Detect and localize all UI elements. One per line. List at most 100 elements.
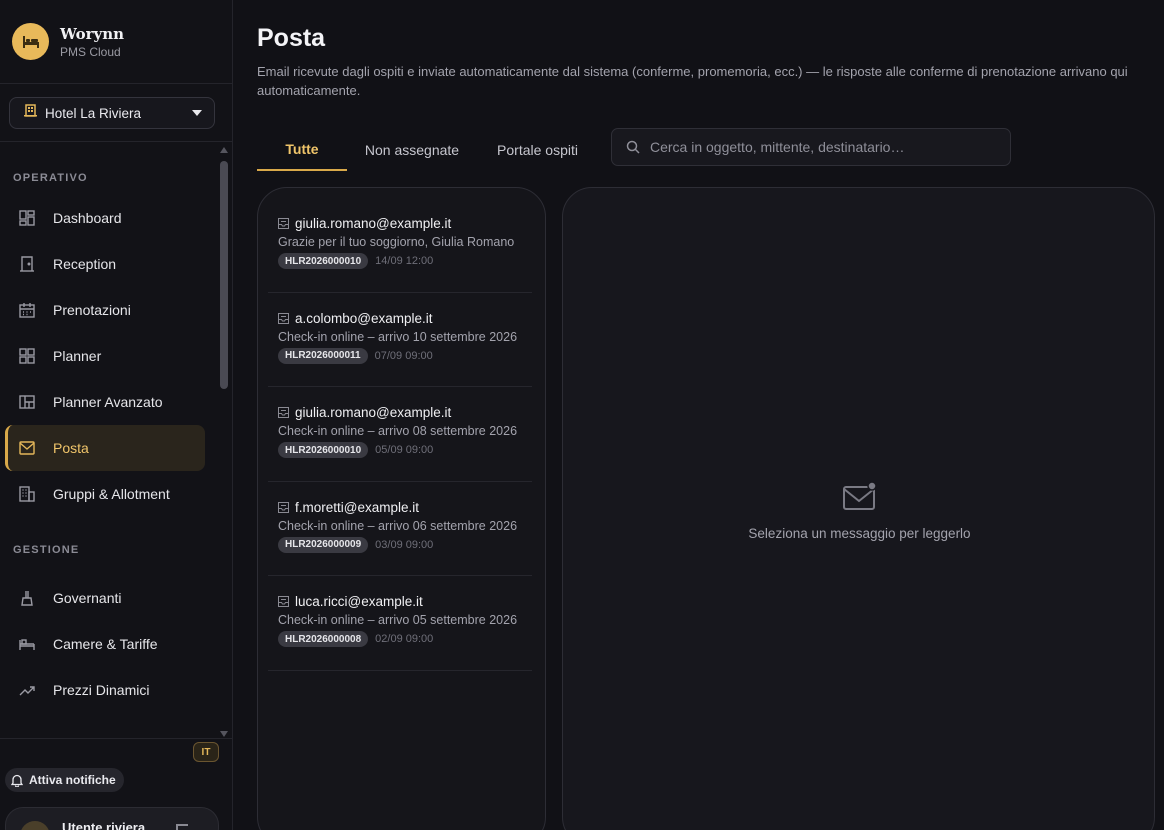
- user-name: Utente riviera: [62, 820, 146, 830]
- message-subject: Check-in online – arrivo 05 settembre 20…: [278, 613, 518, 627]
- inbox-icon: [278, 501, 289, 513]
- sidebar-item-governanti[interactable]: Governanti: [5, 575, 205, 621]
- user-card[interactable]: Utente riviera: [5, 807, 219, 830]
- layout-icon: [17, 392, 37, 412]
- hotel-icon: [24, 104, 37, 122]
- list-item[interactable]: giulia.romano@example.it Check-in online…: [268, 387, 532, 482]
- door-icon: [17, 254, 37, 274]
- mail-unread-icon: [842, 481, 878, 516]
- message-list: giulia.romano@example.it Grazie per il t…: [257, 187, 546, 830]
- message-time: 03/09 09:00: [375, 538, 434, 551]
- message-sender: giulia.romano@example.it: [295, 405, 452, 420]
- booking-code-badge: HLR2026000010: [278, 253, 369, 269]
- sidebar-item-dashboard[interactable]: Dashboard: [5, 195, 205, 241]
- empty-state: Seleziona un messaggio per leggerlo: [563, 481, 1156, 541]
- sidebar-item-planner-avanzato[interactable]: Planner Avanzato: [5, 379, 205, 425]
- dashboard-icon: [17, 208, 37, 228]
- sidebar-item-camere[interactable]: Camere & Tariffe: [5, 621, 205, 667]
- scroll-up-arrow-icon[interactable]: [220, 147, 228, 153]
- broom-icon: [17, 588, 37, 608]
- enable-notifications-label: Attiva notifiche: [29, 773, 116, 787]
- message-time: 05/09 09:00: [375, 444, 434, 456]
- message-detail-panel: Seleziona un messaggio per leggerlo: [562, 187, 1155, 830]
- sidebar-item-posta[interactable]: Posta: [5, 425, 205, 471]
- nav-section-operativo: OPERATIVO: [13, 172, 88, 184]
- booking-code-badge: HLR2026000009: [278, 536, 369, 553]
- sidebar-item-label: Planner: [53, 348, 102, 364]
- sidebar-item-planner[interactable]: Planner: [5, 333, 205, 379]
- trend-icon: [17, 680, 37, 700]
- bed-logo-icon: [12, 23, 49, 60]
- message-time: 14/09 12:00: [375, 255, 434, 267]
- sidebar-item-label: Prenotazioni: [53, 302, 131, 318]
- mail-icon: [17, 438, 37, 458]
- booking-code-badge: HLR2026000008: [278, 631, 369, 647]
- avatar: [20, 821, 50, 830]
- chevron-down-icon: [192, 110, 202, 116]
- tab-tutte[interactable]: Tutte: [257, 128, 347, 171]
- search-icon: [626, 140, 640, 154]
- mail-tabs: Tutte Non assegnate Portale ospiti: [257, 128, 598, 171]
- bell-icon: [11, 774, 23, 787]
- bed-icon: [17, 634, 37, 654]
- inbox-icon: [278, 312, 289, 324]
- message-subject: Check-in online – arrivo 08 settembre 20…: [278, 424, 518, 438]
- page-title: Posta: [257, 24, 326, 52]
- sidebar-item-reception[interactable]: Reception: [5, 241, 205, 287]
- sidebar-item-prenotazioni[interactable]: Prenotazioni: [5, 287, 205, 333]
- tab-non-assegnate[interactable]: Non assegnate: [347, 128, 477, 171]
- list-item[interactable]: a.colombo@example.it Check-in online – a…: [268, 293, 532, 387]
- sidebar-item-gruppi[interactable]: Gruppi & Allotment: [5, 471, 205, 517]
- page-description: Email ricevute dagli ospiti e inviate au…: [257, 64, 1128, 98]
- tab-portale-ospiti[interactable]: Portale ospiti: [477, 128, 598, 171]
- brand-subtitle: PMS Cloud: [60, 44, 121, 59]
- list-item[interactable]: luca.ricci@example.it Check-in online – …: [268, 576, 532, 671]
- booking-code-badge: HLR2026000011: [278, 347, 368, 364]
- brand-name: Worynn: [60, 24, 125, 43]
- message-sender: giulia.romano@example.it: [295, 216, 452, 231]
- calendar-icon: [17, 300, 37, 320]
- inbox-icon: [278, 596, 289, 607]
- sidebar-nav: OPERATIVO Dashboard Reception Prenotazio…: [0, 150, 218, 735]
- sidebar-item-label: Planner Avanzato: [53, 394, 163, 410]
- scroll-down-arrow-icon[interactable]: [220, 731, 228, 737]
- message-time: 02/09 09:00: [375, 633, 434, 645]
- hotel-select-value: Hotel La Riviera: [45, 105, 142, 121]
- message-sender: f.moretti@example.it: [295, 499, 419, 515]
- sidebar-scrollbar[interactable]: [219, 147, 229, 737]
- empty-state-text: Seleziona un messaggio per leggerlo: [748, 526, 971, 541]
- inbox-icon: [278, 407, 289, 418]
- message-subject: Grazie per il tuo soggiorno, Giulia Roma…: [278, 235, 515, 249]
- logout-icon[interactable]: [176, 824, 188, 830]
- inbox-icon: [278, 218, 289, 229]
- sidebar-item-label: Gruppi & Allotment: [53, 486, 170, 502]
- sidebar-item-prezzi[interactable]: Prezzi Dinamici: [5, 667, 205, 713]
- brand-header: Worynn PMS Cloud: [0, 0, 232, 84]
- booking-code-badge: HLR2026000010: [278, 442, 369, 458]
- nav-section-gestione: GESTIONE: [13, 544, 80, 556]
- sidebar-item-label: Reception: [53, 256, 117, 272]
- language-badge[interactable]: IT: [193, 742, 219, 762]
- message-time: 07/09 09:00: [374, 349, 433, 362]
- sidebar-item-label: Governanti: [53, 590, 122, 606]
- search-input[interactable]: [650, 139, 990, 155]
- sidebar-item-label: Posta: [53, 440, 89, 456]
- list-item[interactable]: giulia.romano@example.it Grazie per il t…: [268, 198, 532, 293]
- search-box[interactable]: [611, 128, 1011, 166]
- message-subject: Check-in online – arrivo 06 settembre 20…: [278, 518, 518, 533]
- grid-icon: [17, 346, 37, 366]
- sidebar-item-label: Camere & Tariffe: [53, 636, 158, 652]
- sidebar-footer: IT Attiva notifiche Utente riviera: [0, 738, 232, 830]
- sidebar-item-label: Prezzi Dinamici: [53, 682, 150, 698]
- main-content: Posta Email ricevute dagli ospiti e invi…: [233, 0, 1164, 830]
- enable-notifications-button[interactable]: Attiva notifiche: [5, 768, 124, 792]
- building-icon: [17, 484, 37, 504]
- list-item[interactable]: f.moretti@example.it Check-in online – a…: [268, 482, 532, 576]
- message-subject: Check-in online – arrivo 10 settembre 20…: [278, 329, 518, 344]
- sidebar-item-label: Dashboard: [53, 210, 122, 226]
- scroll-thumb[interactable]: [220, 161, 228, 389]
- sidebar: Worynn PMS Cloud Hotel La Riviera OPERAT…: [0, 0, 233, 830]
- message-sender: a.colombo@example.it: [295, 310, 433, 326]
- message-sender: luca.ricci@example.it: [295, 594, 423, 609]
- hotel-select[interactable]: Hotel La Riviera: [9, 97, 215, 129]
